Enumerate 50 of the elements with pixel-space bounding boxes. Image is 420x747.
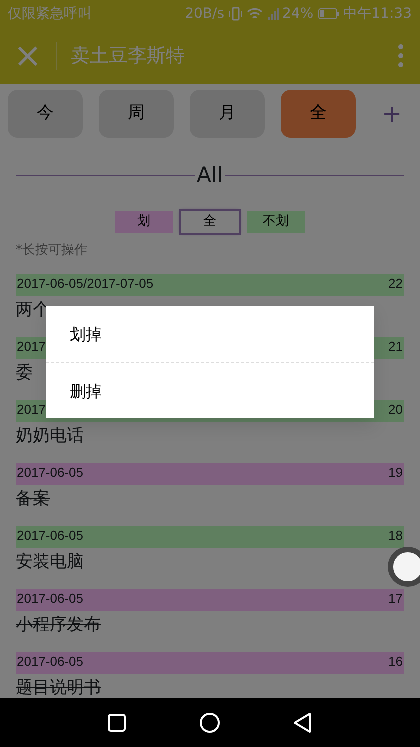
recents-icon[interactable]: [107, 712, 127, 732]
task-number: 19: [388, 464, 403, 482]
task-date-bar[interactable]: 2017-06-05/2017-07-05 22: [16, 274, 404, 296]
task-date: 2017-06-05: [17, 527, 84, 545]
battery-percent: 24%: [282, 4, 314, 24]
wifi-icon: [246, 8, 263, 20]
filter-button[interactable]: 划: [115, 210, 173, 232]
task-date-bar[interactable]: 2017-06-05 19: [16, 463, 404, 485]
task-date: 2017-06-05: [17, 653, 84, 671]
tab[interactable]: 月: [190, 90, 265, 138]
task-title[interactable]: 题目说明书: [16, 678, 101, 698]
task-number: 21: [388, 338, 403, 356]
task-date-bar[interactable]: 2017-06-05 18: [16, 526, 404, 548]
network-speed: 20B/s: [185, 4, 225, 24]
task-title[interactable]: 安装电脑: [16, 552, 84, 572]
back-icon[interactable]: [293, 712, 313, 734]
task-date: 2017-06-05: [17, 590, 84, 608]
tab[interactable]: 今: [8, 90, 83, 138]
section-heading: All: [196, 162, 224, 189]
task-date-bar[interactable]: 2017-06-05 16: [16, 652, 404, 674]
task-number: 20: [388, 401, 403, 419]
task-title[interactable]: 奶奶电话: [16, 426, 84, 446]
tab[interactable]: 周: [99, 90, 174, 138]
home-icon[interactable]: [199, 712, 221, 734]
task-date-bar[interactable]: 2017-06-05 17: [16, 589, 404, 611]
tab[interactable]: 全: [281, 90, 356, 138]
task-date: 2017: [17, 338, 46, 356]
filter-button[interactable]: 不划: [247, 210, 305, 232]
vibrate-icon: [228, 7, 243, 21]
signal-icon: [266, 7, 279, 21]
hint-text: *长按可操作: [15, 242, 88, 260]
clock-text: 中午11:33: [344, 4, 412, 24]
task-date: 2017-06-05/2017-07-05: [17, 275, 154, 293]
app-title: 卖土豆李斯特: [56, 42, 185, 70]
floating-button-icon[interactable]: [388, 547, 420, 587]
task-title[interactable]: 委: [16, 363, 33, 383]
task-number: 17: [388, 590, 403, 608]
add-button[interactable]: +: [372, 95, 412, 133]
menu-item[interactable]: 删掉: [46, 362, 374, 418]
task-number: 22: [388, 275, 403, 293]
filter-button[interactable]: 全: [181, 210, 239, 232]
task-title[interactable]: 小程序发布: [16, 615, 101, 635]
battery-icon: [318, 8, 340, 20]
task-date: 2017: [17, 401, 46, 419]
menu-item[interactable]: 划掉: [46, 306, 374, 362]
task-date: 2017-06-05: [17, 464, 84, 482]
carrier-text: 仅限紧急呼叫: [8, 4, 92, 24]
task-title[interactable]: 备案: [16, 489, 50, 509]
task-number: 16: [388, 653, 403, 671]
task-number: 18: [388, 527, 403, 545]
